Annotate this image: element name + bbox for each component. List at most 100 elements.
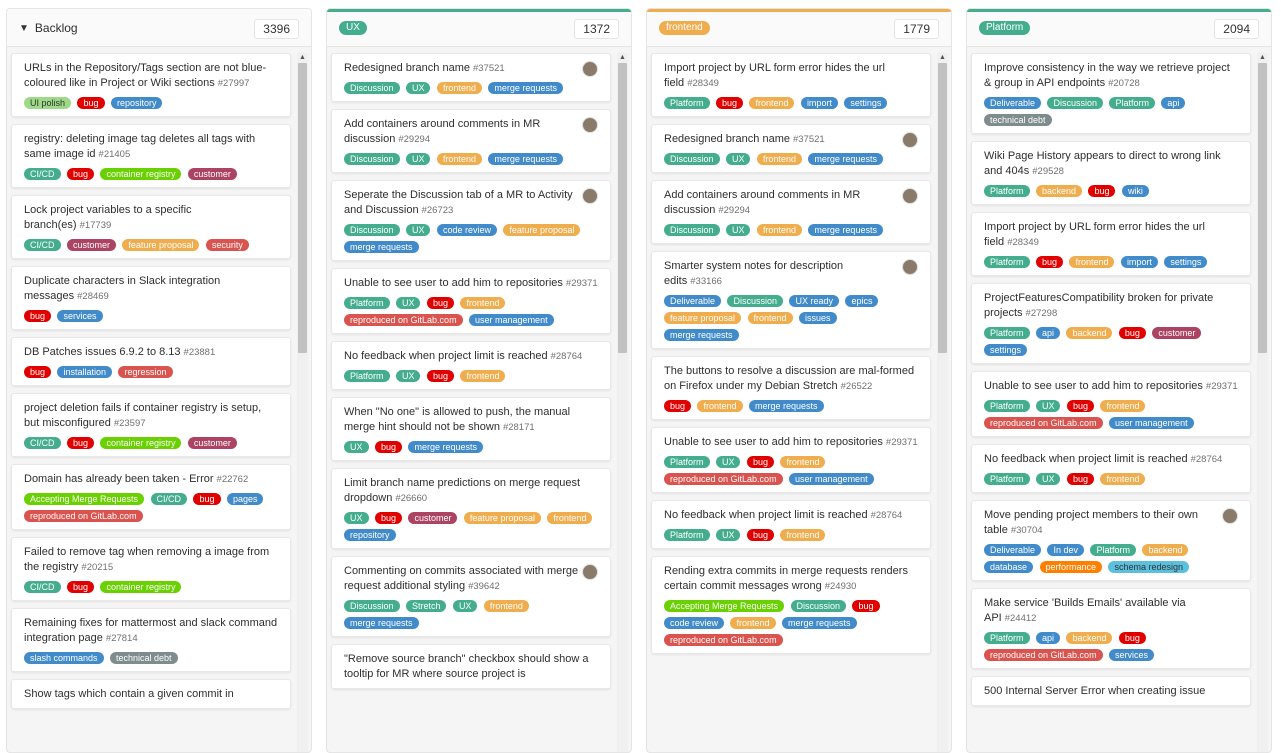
issue-card[interactable]: Unable to see user to add him to reposit… [331, 268, 611, 334]
list-title[interactable]: UX [339, 21, 367, 35]
assignee-avatar[interactable] [582, 61, 598, 77]
issue-label[interactable]: Platform [664, 456, 710, 468]
issue-label[interactable]: Discussion [1047, 97, 1103, 109]
issue-label[interactable]: bug [426, 297, 454, 309]
issue-card[interactable]: Smarter system notes for description edi… [651, 251, 931, 349]
issue-label[interactable]: UX [395, 370, 421, 382]
issue-label[interactable]: frontend [780, 529, 826, 541]
issue-label[interactable]: import [1120, 256, 1158, 268]
issue-card[interactable]: 500 Internal Server Error when creating … [971, 676, 1251, 706]
issue-label[interactable]: CI/CD [24, 239, 61, 251]
issue-label[interactable]: Platform [984, 327, 1030, 339]
issue-label[interactable]: bug [1118, 632, 1146, 644]
issue-label[interactable]: pages [226, 493, 264, 505]
issue-label[interactable]: customer [187, 168, 237, 180]
issue-card[interactable]: Seperate the Discussion tab of a MR to A… [331, 180, 611, 261]
issue-label[interactable]: merge requests [488, 153, 563, 165]
issue-label[interactable]: bug [77, 97, 105, 109]
issue-label[interactable]: bug [852, 600, 880, 612]
issue-label[interactable]: api [1035, 327, 1060, 339]
issue-label[interactable]: bug [374, 441, 402, 453]
issue-label[interactable]: Platform [1090, 544, 1136, 556]
issue-label[interactable]: frontend [697, 400, 743, 412]
issue-label[interactable]: security [205, 239, 249, 251]
issue-label[interactable]: reproduced on GitLab.com [984, 649, 1103, 661]
issue-label[interactable]: Platform [1109, 97, 1155, 109]
issue-label[interactable]: customer [1152, 327, 1202, 339]
issue-card[interactable]: Unable to see user to add him to reposit… [651, 427, 931, 493]
list-scrollbar[interactable]: ▲ [1257, 53, 1268, 752]
issue-label[interactable]: reproduced on GitLab.com [984, 417, 1103, 429]
issue-label[interactable]: merge requests [344, 241, 419, 253]
issue-label[interactable]: UX [344, 441, 369, 453]
issue-label[interactable]: In dev [1047, 544, 1085, 556]
issue-label[interactable]: Discussion [664, 153, 720, 165]
issue-label[interactable]: feature proposal [503, 224, 581, 236]
issue-label[interactable]: user management [789, 473, 874, 485]
issue-title-link[interactable]: Failed to remove tag when removing a ima… [24, 546, 269, 573]
issue-label[interactable]: user management [469, 314, 554, 326]
issue-card[interactable]: project deletion fails if container regi… [11, 393, 291, 457]
issue-label[interactable]: CI/CD [24, 437, 61, 449]
issue-label[interactable]: merge requests [808, 224, 883, 236]
issue-label[interactable]: api [1035, 632, 1060, 644]
issue-label[interactable]: UX [715, 529, 741, 541]
issue-label[interactable]: container registry [100, 437, 182, 449]
issue-card[interactable]: Make service 'Builds Emails' available v… [971, 588, 1251, 669]
issue-card[interactable]: Failed to remove tag when removing a ima… [11, 537, 291, 601]
issue-card[interactable]: The buttons to resolve a discussion are … [651, 356, 931, 420]
issue-label[interactable]: UX [1035, 400, 1061, 412]
issue-label[interactable]: reproduced on GitLab.com [664, 473, 783, 485]
scrollbar-thumb[interactable] [618, 63, 627, 353]
issue-card[interactable]: Rending extra commits in merge requests … [651, 556, 931, 654]
issue-label[interactable]: Discussion [344, 153, 400, 165]
issue-label[interactable]: technical debt [109, 652, 178, 664]
issue-label[interactable]: reproduced on GitLab.com [664, 634, 783, 646]
issue-label[interactable]: bug [426, 370, 454, 382]
issue-label[interactable]: issues [798, 312, 837, 324]
issue-label[interactable]: repository [110, 97, 163, 109]
issue-label[interactable]: UX [405, 224, 431, 236]
issue-title-link[interactable]: Improve consistency in the way we retrie… [984, 62, 1230, 89]
assignee-avatar[interactable] [582, 117, 598, 133]
issue-label[interactable]: backend [1066, 327, 1113, 339]
issue-label[interactable]: merge requests [488, 82, 563, 94]
issue-label[interactable]: api [1161, 97, 1186, 109]
assignee-avatar[interactable] [902, 132, 918, 148]
issue-label[interactable]: bug [1035, 256, 1063, 268]
issue-label[interactable]: epics [845, 295, 879, 307]
issue-label[interactable]: reproduced on GitLab.com [344, 314, 463, 326]
issue-label[interactable]: regression [118, 366, 173, 378]
issue-label[interactable]: reproduced on GitLab.com [24, 510, 143, 522]
issue-title-link[interactable]: The buttons to resolve a discussion are … [664, 365, 914, 392]
issue-label[interactable]: bug [1118, 327, 1146, 339]
issue-title-link[interactable]: ProjectFeaturesCompatibility broken for … [984, 292, 1213, 319]
issue-title-link[interactable]: Redesigned branch name [344, 62, 470, 74]
list-label[interactable]: frontend [659, 21, 710, 35]
issue-title-link[interactable]: "Remove source branch" checkbox should s… [344, 653, 588, 680]
issue-label[interactable]: merge requests [344, 617, 419, 629]
issue-title-link[interactable]: No feedback when project limit is reache… [664, 509, 868, 521]
issue-card[interactable]: Show tags which contain a given commit i… [11, 679, 291, 709]
issue-card[interactable]: Limit branch name predictions on merge r… [331, 468, 611, 549]
list-scrollbar[interactable]: ▲ [297, 53, 308, 752]
issue-card[interactable]: ProjectFeaturesCompatibility broken for … [971, 283, 1251, 364]
issue-label[interactable]: Platform [664, 529, 710, 541]
issue-label[interactable]: Platform [344, 370, 390, 382]
issue-title-link[interactable]: DB Patches issues 6.9.2 to 8.13 [24, 346, 181, 358]
issue-card[interactable]: Wiki Page History appears to direct to w… [971, 141, 1251, 205]
issue-card[interactable]: Redesigned branch name #37521 Discussion U… [331, 53, 611, 102]
issue-label[interactable]: bug [664, 400, 692, 412]
issue-label[interactable]: Deliverable [984, 97, 1042, 109]
scroll-up-arrow-icon[interactable]: ▲ [617, 53, 628, 63]
issue-label[interactable]: merge requests [408, 441, 483, 453]
issue-label[interactable]: feature proposal [664, 312, 742, 324]
issue-label[interactable]: frontend [780, 456, 826, 468]
scrollbar-thumb[interactable] [298, 63, 307, 353]
issue-title-link[interactable]: Duplicate characters in Slack integratio… [24, 275, 220, 302]
issue-label[interactable]: Platform [984, 473, 1030, 485]
issue-label[interactable]: Discussion [344, 600, 400, 612]
issue-label[interactable]: container registry [100, 581, 182, 593]
issue-card[interactable]: "Remove source branch" checkbox should s… [331, 644, 611, 689]
issue-card[interactable]: Commenting on commits associated with me… [331, 556, 611, 637]
